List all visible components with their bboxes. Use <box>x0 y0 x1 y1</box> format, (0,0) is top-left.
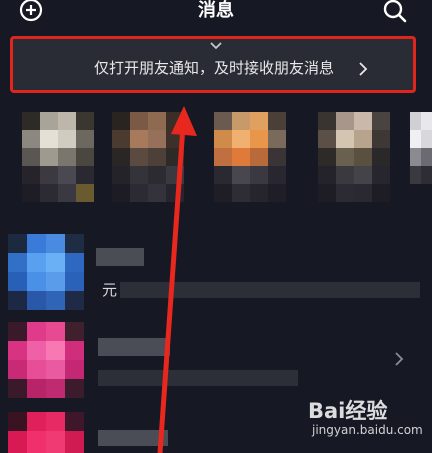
message-snippet <box>98 370 298 386</box>
friend-avatar[interactable] <box>410 112 432 218</box>
chevron-right-icon[interactable] <box>358 62 368 76</box>
friend-avatar[interactable] <box>112 112 184 218</box>
avatar <box>8 234 86 310</box>
message-snippet: 元 <box>102 281 118 299</box>
avatar <box>8 322 86 398</box>
contact-name <box>96 248 144 266</box>
banner-text: 仅打开朋友通知，及时接收朋友消息 <box>93 59 334 77</box>
chevron-down-icon[interactable] <box>208 41 224 51</box>
search-icon[interactable] <box>380 0 410 24</box>
contact-name <box>98 338 170 356</box>
page-title: 消息 <box>198 0 234 21</box>
friend-avatar[interactable] <box>22 112 94 218</box>
friend-avatar[interactable] <box>214 112 286 218</box>
chevron-right-icon[interactable] <box>392 350 406 368</box>
avatar <box>8 412 86 453</box>
contact-name <box>98 430 168 446</box>
message-snippet <box>120 282 420 298</box>
friend-avatar[interactable] <box>318 112 390 218</box>
add-circle-icon[interactable] <box>17 0 45 22</box>
